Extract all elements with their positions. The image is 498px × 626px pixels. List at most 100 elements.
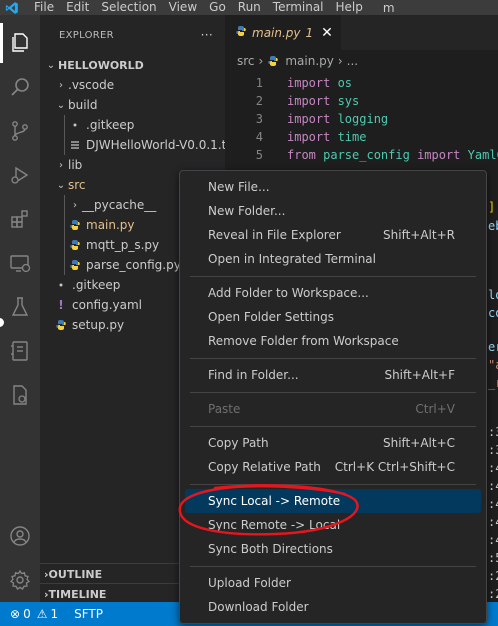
menu-item-label: Add Folder to Workspace... [208, 286, 369, 300]
breadcrumb-file[interactable]: main.py [285, 54, 334, 68]
tree-item-label: build [68, 98, 98, 112]
search-icon[interactable] [0, 67, 40, 107]
problems-status[interactable]: ⊗ 0 ⚠ 1 [10, 607, 58, 621]
testing-icon[interactable] [0, 287, 40, 327]
menu-selection[interactable]: Selection [101, 0, 156, 15]
editor-tabs: main.py 1 ✕ [225, 15, 498, 50]
code-fragment: :2 [488, 569, 498, 583]
python-file-icon [68, 239, 82, 251]
code-text: logging [330, 112, 389, 126]
tree-item-label: mqtt_p_s.py [86, 238, 160, 252]
line-number: 5 [255, 148, 263, 162]
tree-item-build[interactable]: ⌄ build [40, 95, 239, 115]
notebook-icon[interactable] [0, 331, 40, 371]
menu-item-copy-path[interactable]: Copy Path Shift+Alt+C [185, 431, 481, 455]
menu-item-upload-folder[interactable]: Upload Folder [185, 571, 481, 595]
workspace-root[interactable]: ⌄ HELLOWORLD [40, 55, 229, 75]
menu-item-label: New File... [208, 180, 270, 194]
code-line[interactable]: 4 import time [225, 128, 367, 146]
tree-item-gitkeep-build[interactable]: .gitkeep [40, 115, 253, 135]
extensions-icon[interactable] [0, 199, 40, 239]
code-fragment: :4 [488, 497, 498, 511]
menu-edit[interactable]: Edit [66, 0, 89, 15]
menu-item-sync-both-directions[interactable]: Sync Both Directions [185, 537, 481, 561]
archive-file-icon [68, 139, 82, 151]
menu-item-open-folder-settings[interactable]: Open Folder Settings [185, 305, 481, 329]
code-fragment: _r [488, 376, 498, 390]
tab-label: main.py [252, 25, 301, 40]
code-keyword: import [287, 94, 331, 108]
code-line[interactable]: 1 import os [225, 74, 352, 92]
menu-item-download-folder[interactable]: Download Folder [185, 595, 481, 619]
menu-item-sync-local-to-remote[interactable]: Sync Local -> Remote [185, 489, 481, 513]
python-file-icon [54, 319, 68, 331]
menu-file[interactable]: File [34, 0, 54, 15]
menu-item-label: Sync Remote -> Local [208, 518, 341, 532]
menu-item-sync-remote-to-local[interactable]: Sync Remote -> Local [185, 513, 481, 537]
tree-item-vscode[interactable]: › .vscode [40, 75, 239, 95]
remote-explorer-icon[interactable] [0, 243, 40, 283]
workspace-root-label: HELLOWORLD [58, 58, 144, 72]
menu-item-open-in-terminal[interactable]: Open in Integrated Terminal [185, 247, 481, 271]
code-keyword: import [287, 76, 331, 90]
code-fragment: :2 [488, 587, 498, 601]
tree-item-label: config.yaml [72, 298, 143, 312]
menu-separator [190, 276, 476, 277]
menu-item-label: Copy Path [208, 436, 269, 450]
more-actions-button[interactable]: ··· [201, 28, 213, 42]
chevron-down-icon: ⌄ [56, 179, 66, 191]
code-text: sys [330, 94, 360, 108]
source-control-icon[interactable] [0, 111, 40, 151]
code-fragment: :4 [488, 479, 498, 493]
code-line[interactable]: 3 import logging [225, 110, 388, 128]
tree-item-label: .gitkeep [86, 118, 135, 132]
menu-item-new-folder[interactable]: New Folder... [185, 199, 481, 223]
tab-main-py[interactable]: main.py 1 ✕ [225, 15, 341, 50]
line-number: 2 [255, 94, 263, 108]
sftp-icon[interactable] [0, 375, 40, 415]
breadcrumb-folder[interactable]: src [237, 54, 255, 68]
chevron-down-icon: ⌄ [46, 59, 56, 71]
explorer-icon[interactable] [0, 23, 40, 63]
sftp-status[interactable]: SFTP [74, 607, 103, 621]
settings-gear-icon[interactable] [0, 560, 40, 600]
tree-item-label: .vscode [68, 78, 115, 92]
tree-item-label: __pycache__ [82, 198, 157, 212]
tree-item-label: src [68, 178, 86, 192]
menu-go[interactable]: Go [209, 0, 226, 15]
code-fragment: :4 [488, 461, 498, 475]
menu-item-find-in-folder[interactable]: Find in Folder... Shift+Alt+F [185, 363, 481, 387]
menu-item-copy-relative-path[interactable]: Copy Relative Path Ctrl+K Ctrl+Shift+C [185, 455, 481, 479]
code-fragment: lo [488, 288, 498, 302]
account-icon[interactable] [0, 516, 40, 556]
breadcrumb: src › main.py › ... [225, 50, 498, 72]
code-fragment: :3 [488, 443, 498, 457]
breadcrumb-symbol[interactable]: ... [347, 54, 358, 68]
menu-terminal[interactable]: Terminal [273, 0, 324, 15]
menu-item-remove-folder[interactable]: Remove Folder from Workspace [185, 329, 481, 353]
run-debug-icon[interactable] [0, 155, 40, 195]
outline-label: OUTLINE [48, 567, 103, 581]
warning-count: 1 [50, 607, 59, 621]
close-icon[interactable]: ✕ [321, 25, 333, 41]
code-keyword: from [287, 148, 316, 162]
code-fragment: :4 [488, 515, 498, 529]
breadcrumb-separator-icon: › [337, 54, 343, 68]
chevron-right-icon: › [59, 79, 63, 91]
menu-item-reveal-in-explorer[interactable]: Reveal in File Explorer Shift+Alt+R [185, 223, 481, 247]
code-line[interactable]: 2 import sys [225, 92, 360, 110]
menu-item-label: Sync Both Directions [208, 542, 333, 556]
tree-item-label: main.py [86, 218, 135, 232]
menu-item-add-folder-to-workspace[interactable]: Add Folder to Workspace... [185, 281, 481, 305]
menu-view[interactable]: View [169, 0, 197, 15]
menu-item-shortcut: Ctrl+V [415, 402, 455, 416]
menu-help[interactable]: Help [336, 0, 363, 15]
error-icon: ⊗ [10, 607, 21, 621]
tree-item-djwhelloworld[interactable]: DJWHelloWorld-V0.0.1.ta... [40, 135, 253, 155]
menu-item-label: Open in Integrated Terminal [208, 252, 376, 266]
warning-icon: ⚠ [36, 607, 48, 621]
explorer-header: EXPLORER ··· [40, 15, 225, 55]
code-line[interactable]: 5 from parse_config import YamlC [225, 146, 498, 164]
menu-item-new-file[interactable]: New File... [185, 175, 481, 199]
menu-run[interactable]: Run [238, 0, 261, 15]
